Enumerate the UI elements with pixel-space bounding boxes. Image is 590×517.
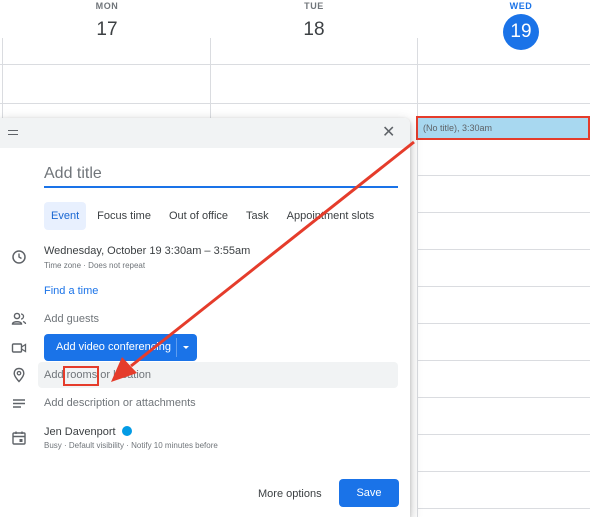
grid-line — [418, 286, 590, 287]
calendar-icon — [12, 431, 26, 445]
button-divider — [176, 338, 177, 357]
grid-line — [418, 323, 590, 324]
today-day-number[interactable]: 19 — [503, 14, 539, 50]
video-camera-icon — [11, 343, 27, 353]
grid-line — [418, 249, 590, 250]
video-button-label: Add video conferencing — [56, 341, 171, 353]
calendar-owner[interactable]: Jen Davenport — [44, 426, 132, 438]
add-guests-field[interactable]: Add guests — [44, 313, 99, 325]
day-header-mon[interactable]: MON 17 — [47, 0, 167, 42]
grid-line — [0, 103, 590, 104]
description-icon — [13, 399, 25, 408]
tab-focus-time[interactable]: Focus time — [90, 202, 158, 230]
drag-handle-icon[interactable] — [8, 130, 18, 135]
grid-line — [418, 397, 590, 398]
tab-appointment-slots[interactable]: Appointment slots — [280, 202, 381, 230]
day-name: WED — [509, 1, 533, 11]
day-name: MON — [95, 1, 119, 11]
owner-name: Jen Davenport — [44, 426, 116, 438]
calendar-color-dot[interactable] — [121, 426, 132, 436]
day-header-tue[interactable]: TUE 18 — [254, 0, 374, 42]
grid-line — [418, 360, 590, 361]
more-options-button[interactable]: More options — [252, 480, 328, 508]
day-header-wed[interactable]: WED 19 — [461, 0, 581, 50]
location-field[interactable]: Add rooms or location — [38, 362, 398, 388]
day-number[interactable]: 18 — [254, 18, 374, 42]
day-name: TUE — [304, 1, 324, 11]
event-dialog: ✕ Event Focus time Out of office Task Ap… — [0, 118, 410, 517]
event-datetime[interactable]: Wednesday, October 19 3:30am – 3:55am — [44, 245, 250, 257]
grid-line — [418, 434, 590, 435]
annotation-highlight-event — [416, 116, 590, 140]
dropdown-caret-icon[interactable] — [183, 346, 189, 349]
location-pin-icon — [13, 367, 25, 383]
location-placeholder: Add rooms or location — [44, 369, 152, 381]
close-icon[interactable]: ✕ — [382, 125, 395, 141]
add-video-conferencing-button[interactable]: Add video conferencing — [44, 334, 197, 361]
tab-event[interactable]: Event — [44, 202, 87, 230]
event-datetime-sub: Time zone · Does not repeat — [44, 261, 146, 270]
find-time-link[interactable]: Find a time — [44, 285, 98, 297]
day-number[interactable]: 17 — [47, 18, 167, 42]
rooms-word: rooms — [66, 369, 98, 381]
tab-out-of-office[interactable]: Out of office — [162, 202, 235, 230]
clock-icon — [12, 250, 26, 264]
save-button[interactable]: Save — [339, 479, 399, 507]
people-icon — [11, 312, 27, 325]
owner-settings[interactable]: Busy · Default visibility · Notify 10 mi… — [44, 441, 218, 450]
grid-line — [418, 471, 590, 472]
grid-line — [418, 508, 590, 509]
dialog-header[interactable]: ✕ — [0, 118, 410, 148]
grid-line — [418, 175, 590, 176]
tab-task[interactable]: Task — [239, 202, 276, 230]
calendar-screen: MON 17 TUE 18 WED 19 (No title), 3:30am … — [0, 0, 590, 517]
event-type-tabs: Event Focus time Out of office Task Appo… — [44, 202, 385, 230]
description-field[interactable]: Add description or attachments — [44, 397, 196, 409]
grid-line — [418, 212, 590, 213]
title-input[interactable] — [44, 162, 398, 188]
grid-line — [417, 38, 418, 517]
grid-line — [0, 64, 590, 65]
